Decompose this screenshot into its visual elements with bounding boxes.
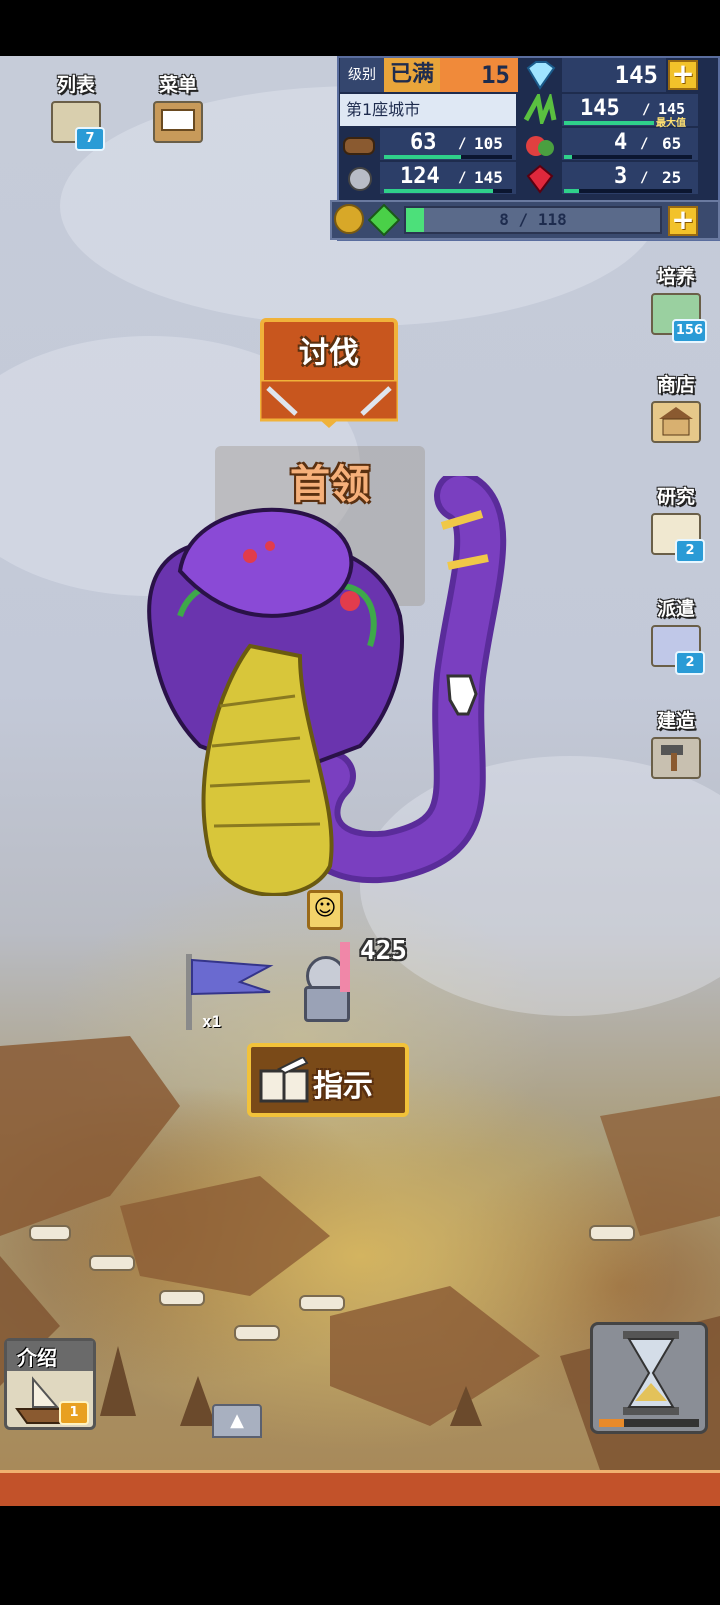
list-badge: 7 <box>75 127 105 151</box>
crossed-swords-icon <box>260 380 398 428</box>
hammer-icon <box>651 737 701 779</box>
unit-power: 425 <box>360 936 407 966</box>
ruby-current: 3 <box>614 164 628 189</box>
cobra-boss[interactable] <box>130 476 530 896</box>
food-icon <box>522 130 558 160</box>
expand-tab-button[interactable]: ▲ <box>212 1404 262 1438</box>
research-badge: 2 <box>675 539 705 563</box>
research-label: 研究 <box>656 486 695 508</box>
crops-sep: / <box>642 102 651 118</box>
menu-shop-button[interactable]: 商店 <box>646 370 706 443</box>
city-name[interactable]: 第1座城市 <box>340 94 516 126</box>
ore-sep: / <box>458 170 467 186</box>
shop-icon <box>651 401 701 443</box>
research-icon: 2 <box>651 513 705 563</box>
ruby-sep: / <box>640 170 649 186</box>
guide-label: 指示 <box>313 1069 373 1104</box>
wood-current: 63 <box>410 130 437 155</box>
food-sep: / <box>640 136 649 152</box>
list-label: 列表 <box>56 74 95 96</box>
signboard-icon <box>153 101 203 143</box>
plus-icon: + <box>671 57 695 90</box>
dispatch-flag-icon: 2 <box>651 625 705 675</box>
intro-badge: 1 <box>59 1401 89 1425</box>
subjugate-label: 讨伐 <box>299 336 359 371</box>
dispatch-label: 派遣 <box>656 598 695 620</box>
exp-text: 8 / 118 <box>499 210 567 229</box>
crops-max-tag: 最大值 <box>656 118 686 129</box>
knight-unit[interactable] <box>296 942 356 1022</box>
menu-button[interactable]: 菜单 <box>148 70 208 143</box>
train-badge: 156 <box>671 319 707 343</box>
green-gem-icon <box>367 203 401 237</box>
menu-dispatch-button[interactable]: 派遣 2 <box>646 594 706 675</box>
intro-label: 介绍 <box>17 1346 57 1370</box>
guide-button[interactable]: 指示 <box>247 1043 409 1117</box>
intro-button[interactable]: 介绍 1 <box>4 1338 96 1430</box>
ore-current: 124 <box>400 164 440 189</box>
build-label: 建造 <box>656 710 695 732</box>
chevron-up-icon: ▲ <box>230 1410 244 1431</box>
food-current: 4 <box>614 130 628 155</box>
dispatch-badge: 2 <box>675 651 705 675</box>
gem-count: 145 <box>562 58 666 92</box>
menu-build-button[interactable]: 建造 <box>646 706 706 779</box>
game-map[interactable]: 讨伐 首领 ☺ 425 x1 指示 介绍 1 ▲ <box>0 56 720 1470</box>
coin-icon <box>334 204 364 234</box>
book-icon <box>259 1057 309 1103</box>
menu-research-button[interactable]: 研究 2 <box>646 482 706 563</box>
hourglass-button[interactable] <box>590 1322 708 1434</box>
wood-sep: / <box>458 136 467 152</box>
plus-icon: + <box>671 203 695 236</box>
exp-bar: 8 / 118 <box>404 206 662 234</box>
bottom-bar <box>0 1470 720 1506</box>
add-exp-button[interactable]: + <box>668 206 698 236</box>
crops-current: 145 <box>580 96 620 121</box>
shop-label: 商店 <box>656 374 695 396</box>
ore-max: 145 <box>474 168 503 187</box>
train-label: 培养 <box>656 266 695 288</box>
food-max: 65 <box>662 134 682 153</box>
train-icon: 156 <box>651 293 707 343</box>
diamond-icon <box>522 60 558 90</box>
wood-icon <box>342 130 378 160</box>
hourglass-icon <box>623 1331 679 1415</box>
menu-train-button[interactable]: 培养 156 <box>646 262 707 343</box>
level-label: 级别 <box>340 58 384 92</box>
flag-icon[interactable] <box>180 954 280 1034</box>
level-value: 15 <box>440 58 518 92</box>
ruby-icon <box>522 164 558 194</box>
timer-bar <box>599 1419 699 1427</box>
list-button[interactable]: 列表 7 <box>46 70 106 151</box>
wood-max: 105 <box>474 134 503 153</box>
ore-icon <box>342 164 378 194</box>
subjugate-button[interactable]: 讨伐 <box>260 318 398 428</box>
flag-count: x1 <box>202 1012 222 1031</box>
ruby-max: 25 <box>662 168 682 187</box>
add-gems-button[interactable]: + <box>668 60 698 90</box>
crops-icon <box>522 90 558 129</box>
menu-label: 菜单 <box>158 74 197 96</box>
scroll-icon: 7 <box>51 101 105 151</box>
smiley-icon: ☺ <box>307 890 343 930</box>
level-max-tag: 已满 <box>384 58 440 92</box>
